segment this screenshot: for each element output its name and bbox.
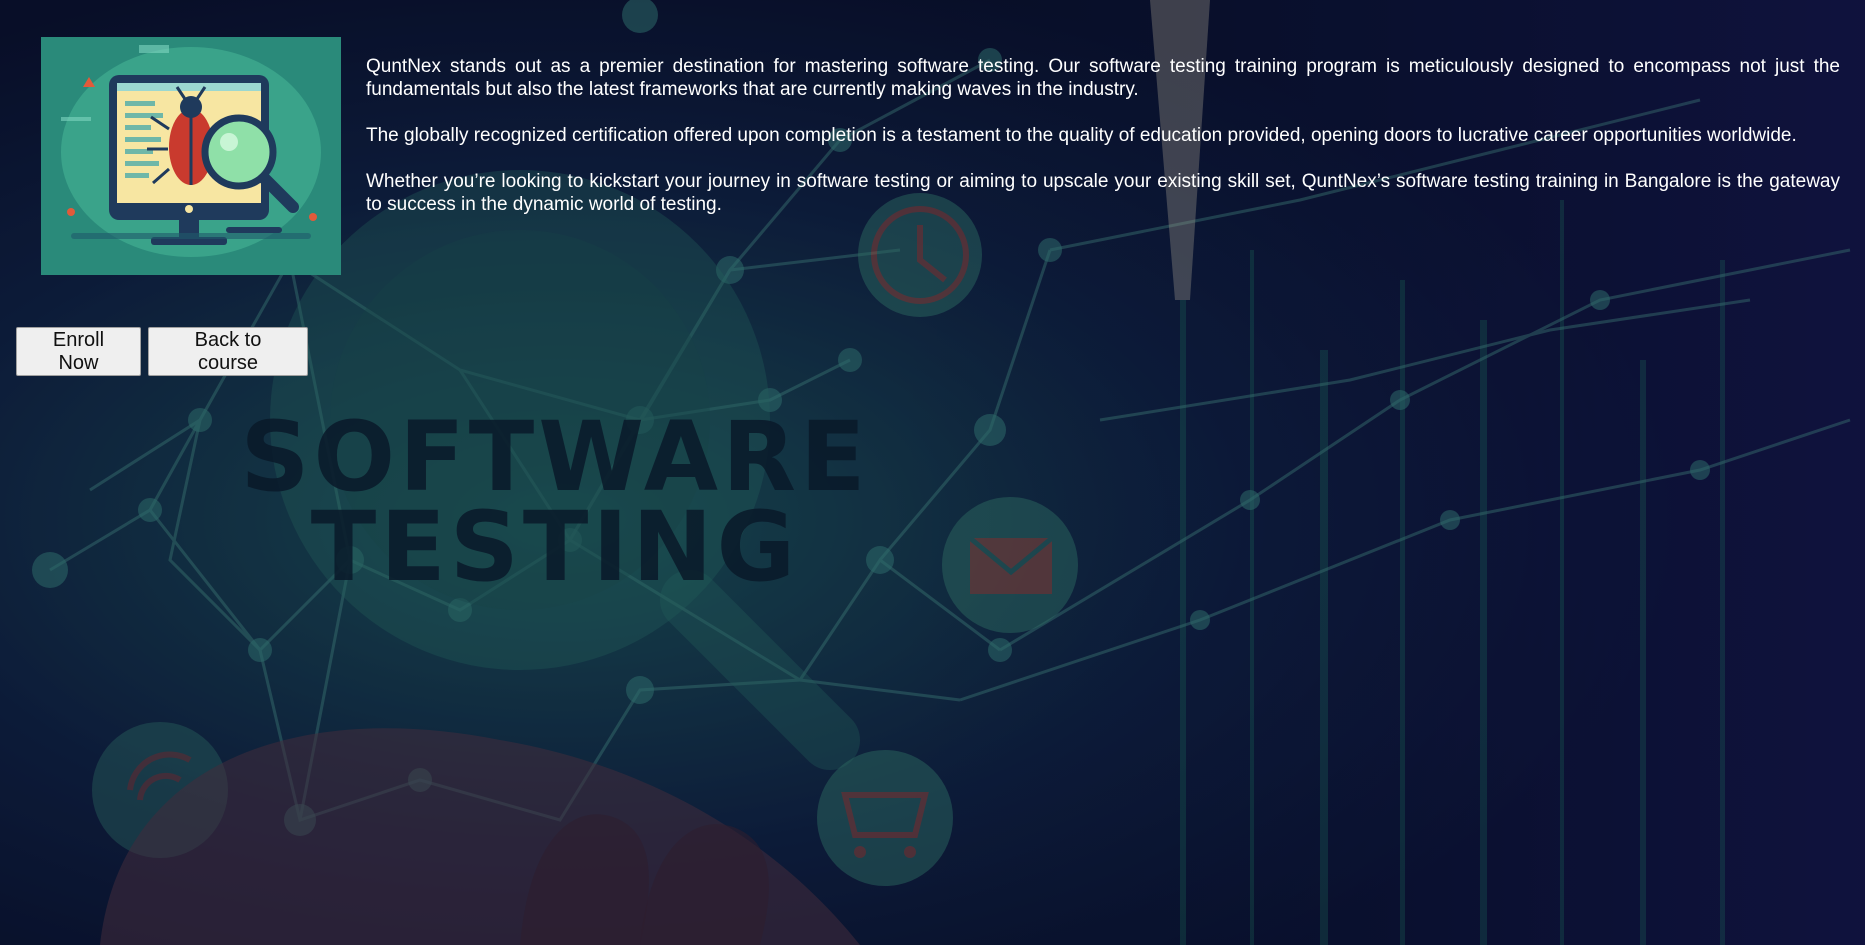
enroll-now-button[interactable]: Enroll Now xyxy=(16,327,141,376)
description-paragraph-1: QuntNex stands out as a premier destinat… xyxy=(366,56,1840,100)
page-content: QuntNex stands out as a premier destinat… xyxy=(0,0,1865,945)
description-paragraph-3: Whether you’re looking to kickstart your… xyxy=(366,171,1840,215)
course-description: QuntNex stands out as a premier destinat… xyxy=(366,55,1840,239)
description-paragraph-2: The globally recognized certification of… xyxy=(366,125,1797,146)
back-to-course-button[interactable]: Back to course xyxy=(148,327,308,376)
course-thumbnail xyxy=(41,37,341,275)
